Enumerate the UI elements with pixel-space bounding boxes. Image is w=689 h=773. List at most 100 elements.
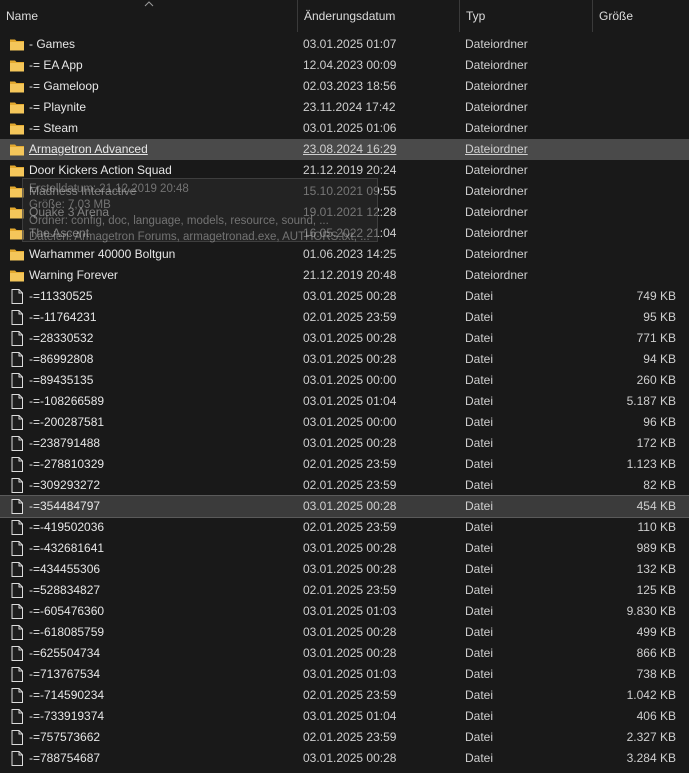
- row-name: Warhammer 40000 Boltgun: [29, 247, 176, 261]
- file-row[interactable]: -=238791488 03.01.2025 00:28 Datei 172 KB: [0, 433, 689, 454]
- row-name: -=-108266589: [29, 394, 105, 408]
- row-size: 260 KB: [636, 373, 676, 387]
- row-type: Datei: [465, 394, 494, 408]
- row-name: Armagetron Advanced: [29, 142, 148, 156]
- column-header-date[interactable]: Änderungsdatum: [297, 0, 459, 32]
- row-date: 02.01.2025 23:59: [303, 457, 397, 471]
- file-row[interactable]: -=-714590234 02.01.2025 23:59 Datei 1.042 K…: [0, 685, 689, 706]
- file-row[interactable]: -=-733919374 03.01.2025 01:04 Datei 406 KB: [0, 706, 689, 727]
- file-row[interactable]: -=-278810329 02.01.2025 23:59 Datei 1.123 K…: [0, 454, 689, 475]
- folder-row[interactable]: -= Gameloop 02.03.2023 18:56 Dateiordner: [0, 76, 689, 97]
- row-size: 95 KB: [643, 310, 676, 324]
- row-size: 749 KB: [636, 289, 676, 303]
- row-type: Dateiordner: [465, 268, 528, 282]
- folder-icon: [9, 79, 25, 94]
- folder-row[interactable]: Quake 3 Arena 19.01.2021 12:28 Dateiordner: [0, 202, 689, 223]
- folder-row[interactable]: Warhammer 40000 Boltgun 01.06.2023 14:25 D…: [0, 244, 689, 265]
- row-date: 21.12.2019 20:48: [303, 268, 397, 282]
- file-row[interactable]: -=-108266589 03.01.2025 01:04 Datei 5.187 K…: [0, 391, 689, 412]
- file-icon: [9, 625, 25, 640]
- row-type: Datei: [465, 625, 494, 639]
- folder-row[interactable]: - Games 03.01.2025 01:07 Dateiordner: [0, 34, 689, 55]
- row-date: 03.01.2025 00:28: [303, 541, 397, 555]
- folder-row[interactable]: Madness Interactive 15.10.2021 09:55 Datei…: [0, 181, 689, 202]
- folder-row[interactable]: -= Playnite 23.11.2024 17:42 Dateiordner: [0, 97, 689, 118]
- file-icon: [9, 646, 25, 661]
- file-row[interactable]: -=788754687 03.01.2025 00:28 Datei 3.284 KB: [0, 748, 689, 769]
- file-icon: [9, 415, 25, 430]
- file-icon: [9, 478, 25, 493]
- row-type: Datei: [465, 436, 494, 450]
- file-row[interactable]: -=757573662 02.01.2025 23:59 Datei 2.327 KB: [0, 727, 689, 748]
- file-row[interactable]: -=528834827 02.01.2025 23:59 Datei 125 KB: [0, 580, 689, 601]
- folder-row[interactable]: Warning Forever 21.12.2019 20:48 Dateiordn…: [0, 265, 689, 286]
- row-date: 23.11.2024 17:42: [303, 100, 396, 114]
- file-icon: [9, 667, 25, 682]
- row-date: 03.01.2025 00:28: [303, 751, 397, 765]
- file-row[interactable]: -=-618085759 03.01.2025 00:28 Datei 499 KB: [0, 622, 689, 643]
- file-row[interactable]: -=713767534 03.01.2025 01:03 Datei 738 KB: [0, 664, 689, 685]
- folder-icon: [9, 121, 25, 136]
- file-icon: [9, 562, 25, 577]
- folder-row[interactable]: The Ascent 16.05.2022 21:04 Dateiordner: [0, 223, 689, 244]
- row-name: -=-714590234: [29, 688, 105, 702]
- row-name: -=-200287581: [29, 415, 105, 429]
- row-date: 01.06.2023 14:25: [303, 247, 397, 261]
- file-row[interactable]: -=434455306 03.01.2025 00:28 Datei 132 KB: [0, 559, 689, 580]
- row-type: Datei: [465, 415, 494, 429]
- file-icon: [9, 310, 25, 325]
- row-size: 3.284 KB: [626, 751, 676, 765]
- file-row[interactable]: -=-200287581 03.01.2025 00:00 Datei 96 KB: [0, 412, 689, 433]
- row-size: 499 KB: [636, 625, 676, 639]
- row-date: 03.01.2025 00:00: [303, 415, 397, 429]
- file-row[interactable]: -=-432681641 03.01.2025 00:28 Datei 989 KB: [0, 538, 689, 559]
- row-date: 03.01.2025 00:28: [303, 352, 397, 366]
- file-row[interactable]: -=354484797 03.01.2025 00:28 Datei 454 KB: [0, 495, 689, 518]
- file-row[interactable]: -=28330532 03.01.2025 00:28 Datei 771 KB: [0, 328, 689, 349]
- row-type: Datei: [465, 730, 494, 744]
- file-row[interactable]: -=86992808 03.01.2025 00:28 Datei 94 KB: [0, 349, 689, 370]
- row-type: Datei: [465, 562, 494, 576]
- row-type: Dateiordner: [465, 79, 528, 93]
- row-date: 03.01.2025 00:28: [303, 436, 397, 450]
- row-name: -=238791488: [29, 436, 101, 450]
- row-date: 02.03.2023 18:56: [303, 79, 397, 93]
- row-name: -=-733919374: [29, 709, 105, 723]
- row-date: 23.08.2024 16:29: [303, 142, 397, 156]
- row-name: -=528834827: [29, 583, 101, 597]
- row-name: - Games: [29, 37, 76, 51]
- file-row[interactable]: -=-11764231 02.01.2025 23:59 Datei 95 KB: [0, 307, 689, 328]
- file-row[interactable]: -=-419502036 02.01.2025 23:59 Datei 110 KB: [0, 517, 689, 538]
- folder-row[interactable]: Door Kickers Action Squad 21.12.2019 20:2…: [0, 160, 689, 181]
- folder-row[interactable]: Armagetron Advanced 23.08.2024 16:29 Datei…: [0, 139, 689, 160]
- file-icon: [9, 604, 25, 619]
- file-icon: [9, 289, 25, 304]
- row-name: -= Gameloop: [29, 79, 99, 93]
- row-name: -= EA App: [29, 58, 83, 72]
- folder-icon: [9, 226, 25, 241]
- file-icon: [9, 352, 25, 367]
- row-type: Dateiordner: [465, 163, 528, 177]
- row-date: 21.12.2019 20:24: [303, 163, 397, 177]
- row-size: 172 KB: [636, 436, 676, 450]
- file-row[interactable]: -=11330525 03.01.2025 00:28 Datei 749 KB: [0, 286, 689, 307]
- folder-row[interactable]: -= EA App 12.04.2023 00:09 Dateiordner: [0, 55, 689, 76]
- row-type: Dateiordner: [465, 58, 528, 72]
- file-row[interactable]: -=89435135 03.01.2025 00:00 Datei 260 KB: [0, 370, 689, 391]
- file-row[interactable]: -=625504734 03.01.2025 00:28 Datei 866 KB: [0, 643, 689, 664]
- row-type: Dateiordner: [465, 205, 528, 219]
- row-size: 82 KB: [643, 478, 676, 492]
- file-icon: [9, 331, 25, 346]
- row-size: 1.123 KB: [626, 457, 676, 471]
- row-name: Madness Interactive: [29, 184, 137, 198]
- file-row[interactable]: -=309293272 02.01.2025 23:59 Datei 82 KB: [0, 475, 689, 496]
- row-name: -=-419502036: [29, 520, 105, 534]
- row-size: 5.187 KB: [626, 394, 676, 408]
- folder-icon: [9, 142, 25, 157]
- folder-row[interactable]: -= Steam 03.01.2025 01:06 Dateiordner: [0, 118, 689, 139]
- column-header-type[interactable]: Typ: [459, 0, 592, 32]
- column-header-size[interactable]: Größe: [592, 0, 689, 32]
- file-icon: [9, 541, 25, 556]
- file-row[interactable]: -=-605476360 03.01.2025 01:03 Datei 9.830 K…: [0, 601, 689, 622]
- row-name: -= Steam: [29, 121, 79, 135]
